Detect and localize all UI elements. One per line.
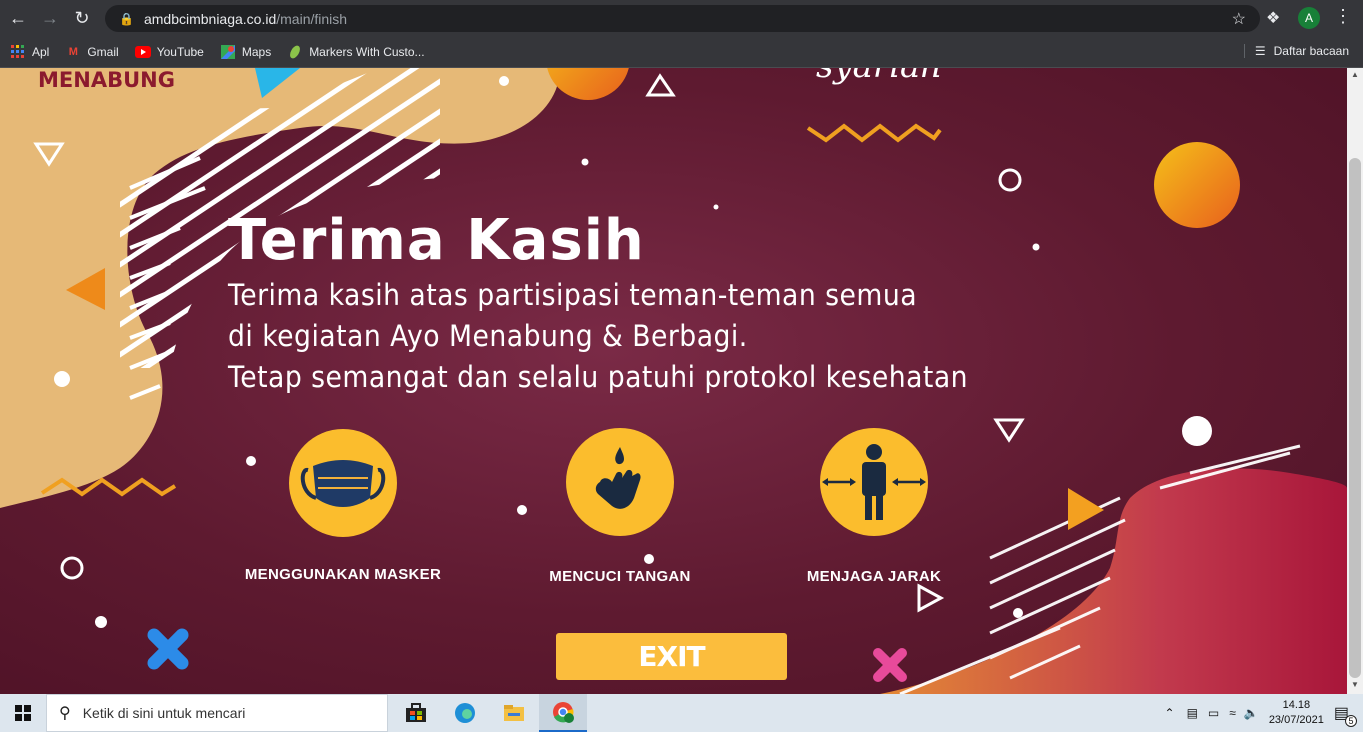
taskbar-search[interactable]: ⚲ Ketik di sini untuk mencari	[46, 694, 388, 732]
bookmark-label: Gmail	[87, 44, 119, 59]
scroll-down-icon[interactable]: ▼	[1351, 680, 1359, 689]
bookmark-label: Markers With Custo...	[309, 44, 425, 59]
browser-menu-icon[interactable]: ⋮	[1334, 6, 1352, 27]
face-mask-icon	[300, 460, 386, 507]
protocol-mask	[289, 429, 397, 537]
notification-count: 5	[1345, 715, 1357, 727]
apps-grid-icon	[10, 44, 26, 60]
url-path: /main/finish	[276, 10, 348, 27]
youtube-icon	[134, 44, 151, 60]
reading-list-button[interactable]: ☰ Daftar bacaan	[1243, 44, 1349, 58]
social-distance-icon	[822, 444, 926, 520]
meet-now-icon[interactable]: ▤	[1187, 706, 1198, 720]
windows-start-icon[interactable]	[0, 694, 46, 732]
message-line-3: Tetap semangat dan selalu patuhi protoko…	[228, 360, 969, 394]
lock-icon: 🔒	[119, 11, 134, 26]
bookmark-star-icon[interactable]: ☆	[1232, 9, 1246, 29]
profile-avatar[interactable]: A	[1298, 7, 1320, 29]
bookmark-maps[interactable]: Maps	[220, 44, 271, 60]
bookmark-markers[interactable]: Markers With Custo...	[287, 44, 425, 60]
edge-browser-icon[interactable]	[441, 694, 489, 732]
browser-toolbar: ← → ↻ 🔒 amdbcimbniaga.co.id/main/finish …	[0, 0, 1363, 36]
protocol-distance	[820, 428, 928, 536]
scrollbar-thumb[interactable]	[1349, 158, 1361, 678]
page-title: Terima Kasih	[228, 208, 645, 273]
reading-list-label: Daftar bacaan	[1273, 44, 1349, 58]
finish-page: MENABUNG syariah Terima Kasih Terima kas…	[0, 68, 1347, 694]
menabung-logo: MENABUNG	[38, 68, 175, 92]
bookmark-label: Maps	[241, 44, 272, 59]
syariah-logo-script: syariah	[816, 68, 942, 86]
clock-time: 14.18	[1282, 699, 1311, 711]
bookmark-label: Apl	[32, 44, 50, 59]
maps-icon	[220, 44, 236, 60]
store-app-icon[interactable]	[392, 694, 440, 732]
taskbar-search-placeholder: Ketik di sini untuk mencari	[82, 705, 246, 721]
file-explorer-icon[interactable]	[490, 694, 538, 732]
url-host: amdbcimbniaga.co.id	[143, 10, 277, 27]
leaf-icon	[287, 44, 303, 60]
battery-icon[interactable]: ▭	[1208, 706, 1219, 720]
reload-icon[interactable]: ↻	[66, 2, 98, 34]
notification-icon[interactable]: ▤ 5	[1334, 703, 1357, 727]
bookmarks-bar: Apl M Gmail YouTube Maps Markers With Cu…	[0, 36, 1363, 68]
message-line-2: di kegiatan Ayo Menabung & Berbagi.	[228, 319, 748, 353]
wifi-icon[interactable]: ≈	[1229, 706, 1236, 720]
extensions-icon[interactable]: ❖	[1266, 8, 1280, 28]
bookmark-gmail[interactable]: M Gmail	[65, 44, 119, 60]
reading-list-icon: ☰	[1254, 44, 1266, 58]
search-icon: ⚲	[59, 705, 71, 722]
bookmark-apl[interactable]: Apl	[10, 44, 49, 60]
chevron-up-icon[interactable]: ⌃	[1165, 706, 1175, 720]
page-scrollbar[interactable]: ▲ ▼	[1347, 68, 1363, 694]
bookmark-label: YouTube	[156, 44, 204, 59]
hand-wash-icon	[595, 447, 641, 509]
forward-icon[interactable]: →	[34, 2, 66, 34]
back-icon[interactable]: ←	[2, 2, 34, 34]
protocol-handwash	[566, 428, 674, 536]
message-line-1: Terima kasih atas partisipasi teman-tema…	[228, 278, 918, 312]
windows-taskbar: ⚲ Ketik di sini untuk mencari ⌃ ▤ ▭ ≈ 🔈 …	[0, 694, 1363, 732]
taskbar-clock[interactable]: 14.18 23/07/2021	[1269, 698, 1324, 728]
protocol-handwash-label: MENCUCI TANGAN	[549, 568, 691, 585]
scroll-up-icon[interactable]: ▲	[1351, 70, 1359, 79]
protocol-distance-label: MENJAGA JARAK	[806, 568, 942, 585]
clock-date: 23/07/2021	[1268, 714, 1324, 726]
system-tray: ⌃ ▤ ▭ ≈ 🔈 14.18 23/07/2021 ▤ 5	[1165, 694, 1363, 732]
exit-button[interactable]: EXIT	[556, 633, 787, 680]
protocol-mask-label: MENGGUNAKAN MASKER	[244, 566, 442, 583]
volume-icon[interactable]: 🔈	[1244, 706, 1259, 720]
chrome-taskbar-icon[interactable]	[539, 694, 587, 732]
bookmark-youtube[interactable]: YouTube	[134, 44, 204, 60]
address-bar[interactable]: 🔒 amdbcimbniaga.co.id/main/finish ☆	[105, 5, 1260, 32]
gmail-icon: M	[68, 45, 78, 58]
